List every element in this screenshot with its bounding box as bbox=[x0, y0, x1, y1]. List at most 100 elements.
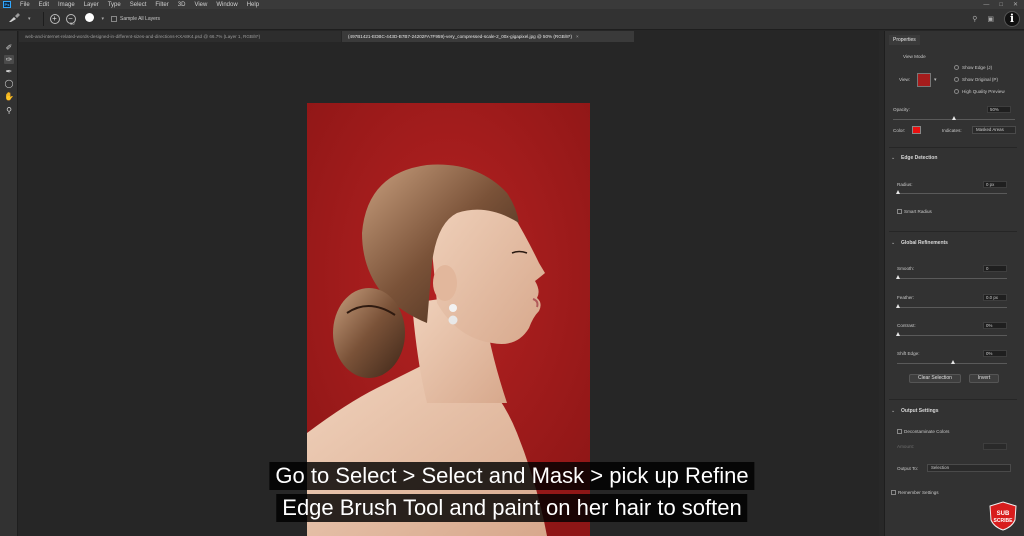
view-mode-heading: View Mode bbox=[903, 54, 926, 59]
close-icon[interactable]: ✕ bbox=[1013, 1, 1018, 8]
tools-panel: ✐ ✑ ✒ ◯ ✋ ⚲ bbox=[0, 31, 18, 536]
opacity-value-field[interactable]: 50% bbox=[987, 106, 1011, 113]
output-settings-heading[interactable]: Output Settings bbox=[901, 408, 939, 414]
options-bar: ▾ + − 50 ▾ Sample All Layers ⚲ ▣ i bbox=[0, 9, 1024, 30]
subscribe-line-1: SUB bbox=[997, 511, 1010, 517]
remember-settings-checkbox[interactable] bbox=[891, 490, 896, 495]
radius-value-field[interactable]: 0 px bbox=[983, 181, 1007, 188]
subscribe-badge[interactable]: SUB SCRIBE bbox=[988, 501, 1018, 531]
contrast-value-field[interactable]: 0% bbox=[983, 322, 1007, 329]
menu-layer[interactable]: Layer bbox=[84, 2, 99, 8]
output-to-label: Output To: bbox=[897, 466, 919, 471]
radius-slider[interactable] bbox=[897, 193, 1007, 194]
separator bbox=[42, 12, 44, 26]
feather-label: Feather: bbox=[897, 295, 915, 300]
tab-label: web-and-internet-related-words-designed-… bbox=[25, 34, 261, 39]
decontaminate-colors-label: Decontaminate Colors bbox=[904, 429, 950, 434]
menu-bar: Ps File Edit Image Layer Type Select Fil… bbox=[0, 0, 1024, 9]
show-original-label: Show Original (P) bbox=[962, 77, 998, 82]
tab-document-2[interactable]: (497B1421-EDBC-443D-B7B7-24202FA7F959)-v… bbox=[342, 31, 634, 42]
smooth-slider-thumb[interactable] bbox=[896, 275, 900, 279]
opacity-label: Opacity: bbox=[893, 107, 910, 112]
options-bar-right: ⚲ ▣ i bbox=[972, 11, 1020, 27]
global-refinements-chevron-icon[interactable]: ⌄ bbox=[891, 240, 895, 246]
output-to-dropdown[interactable]: Selection bbox=[927, 464, 1011, 472]
divider bbox=[889, 231, 1017, 232]
subscribe-shield-icon: SUB SCRIBE bbox=[989, 501, 1017, 531]
search-icon[interactable]: ⚲ bbox=[972, 15, 977, 23]
edge-detection-chevron-icon[interactable]: ⌄ bbox=[891, 155, 895, 161]
menu-file[interactable]: File bbox=[20, 2, 30, 8]
global-refinements-heading[interactable]: Global Refinements bbox=[901, 240, 948, 246]
subscribe-line-2: SCRIBE bbox=[994, 518, 1014, 524]
workspace-icon[interactable]: ▣ bbox=[987, 15, 994, 23]
amount-value-field bbox=[983, 443, 1007, 450]
tool-preset-chevron-icon[interactable]: ▾ bbox=[28, 16, 31, 22]
divider bbox=[889, 399, 1017, 400]
show-original-checkbox[interactable] bbox=[954, 77, 959, 82]
expand-detection-area-button[interactable]: + bbox=[49, 14, 60, 24]
amount-label: Amount: bbox=[897, 444, 915, 449]
feather-slider[interactable] bbox=[897, 307, 1007, 308]
quick-selection-tool-icon[interactable]: ✐ bbox=[4, 43, 14, 52]
close-tab-icon[interactable]: × bbox=[576, 34, 579, 39]
minimize-icon[interactable]: — bbox=[983, 2, 989, 8]
high-quality-preview-checkbox[interactable] bbox=[954, 89, 959, 94]
overlay-color-swatch[interactable] bbox=[912, 126, 921, 134]
edge-detection-heading[interactable]: Edge Detection bbox=[901, 155, 937, 161]
refine-edge-brush-icon[interactable] bbox=[8, 13, 20, 25]
tab-label: (497B1421-EDBC-443D-B7B7-24202FA7F959)-v… bbox=[348, 34, 572, 39]
radius-slider-thumb[interactable] bbox=[896, 190, 900, 194]
view-mode-thumbnail[interactable] bbox=[917, 73, 931, 87]
show-edge-checkbox[interactable] bbox=[954, 65, 959, 70]
smooth-slider[interactable] bbox=[897, 278, 1007, 279]
sample-all-layers-label: Sample All Layers bbox=[120, 16, 161, 22]
shift-edge-slider-thumb[interactable] bbox=[951, 360, 955, 364]
remember-settings-label: Remember Settings bbox=[898, 490, 939, 495]
menu-3d[interactable]: 3D bbox=[178, 2, 186, 8]
feather-slider-thumb[interactable] bbox=[896, 304, 900, 308]
tab-properties[interactable]: Properties bbox=[889, 35, 920, 45]
menu-help[interactable]: Help bbox=[247, 2, 259, 8]
contrast-slider-thumb[interactable] bbox=[896, 332, 900, 336]
output-settings-chevron-icon[interactable]: ⌄ bbox=[891, 408, 895, 414]
brush-preview-icon[interactable] bbox=[84, 12, 94, 22]
smart-radius-label: Smart Radius bbox=[904, 209, 932, 214]
info-icon[interactable]: i bbox=[1004, 11, 1020, 27]
smooth-value-field[interactable]: 0 bbox=[983, 265, 1007, 272]
menu-window[interactable]: Window bbox=[216, 2, 237, 8]
zoom-tool-icon[interactable]: ⚲ bbox=[4, 106, 14, 115]
menu-edit[interactable]: Edit bbox=[39, 2, 49, 8]
decontaminate-colors-checkbox[interactable] bbox=[897, 429, 902, 434]
opacity-slider-thumb[interactable] bbox=[952, 116, 956, 120]
menu-type[interactable]: Type bbox=[108, 2, 121, 8]
view-mode-chevron-icon[interactable]: ▾ bbox=[934, 77, 937, 83]
restore-icon[interactable]: □ bbox=[999, 2, 1003, 8]
show-edge-label: Show Edge (J) bbox=[962, 65, 993, 70]
lasso-tool-icon[interactable]: ◯ bbox=[4, 79, 14, 88]
invert-button[interactable]: Invert bbox=[969, 374, 999, 383]
refine-edge-brush-tool-icon[interactable]: ✑ bbox=[4, 55, 14, 64]
shift-edge-label: Shift Edge: bbox=[897, 351, 920, 356]
photoshop-logo: Ps bbox=[3, 1, 11, 8]
contrast-slider[interactable] bbox=[897, 335, 1007, 336]
high-quality-preview-label: High Quality Preview bbox=[962, 89, 1005, 94]
radius-label: Radius: bbox=[897, 182, 913, 187]
indicates-dropdown[interactable]: Masked Areas bbox=[972, 126, 1016, 134]
contrast-label: Contrast: bbox=[897, 323, 916, 328]
menu-view[interactable]: View bbox=[194, 2, 207, 8]
hand-tool-icon[interactable]: ✋ bbox=[4, 92, 14, 101]
shift-edge-value-field[interactable]: 0% bbox=[983, 350, 1007, 357]
smart-radius-checkbox[interactable] bbox=[897, 209, 902, 214]
brush-picker-chevron-icon[interactable]: ▾ bbox=[102, 16, 105, 22]
brush-size: 50 bbox=[70, 21, 75, 26]
menu-select[interactable]: Select bbox=[130, 2, 147, 8]
sample-all-layers-checkbox[interactable] bbox=[111, 16, 118, 22]
menu-image[interactable]: Image bbox=[58, 2, 75, 8]
menu-filter[interactable]: Filter bbox=[155, 2, 168, 8]
brush-tool-icon[interactable]: ✒ bbox=[4, 67, 14, 76]
feather-value-field[interactable]: 0.0 px bbox=[983, 294, 1007, 301]
tab-document-1[interactable]: web-and-internet-related-words-designed-… bbox=[19, 31, 341, 42]
divider bbox=[889, 147, 1017, 148]
clear-selection-button[interactable]: Clear Selection bbox=[909, 374, 961, 383]
